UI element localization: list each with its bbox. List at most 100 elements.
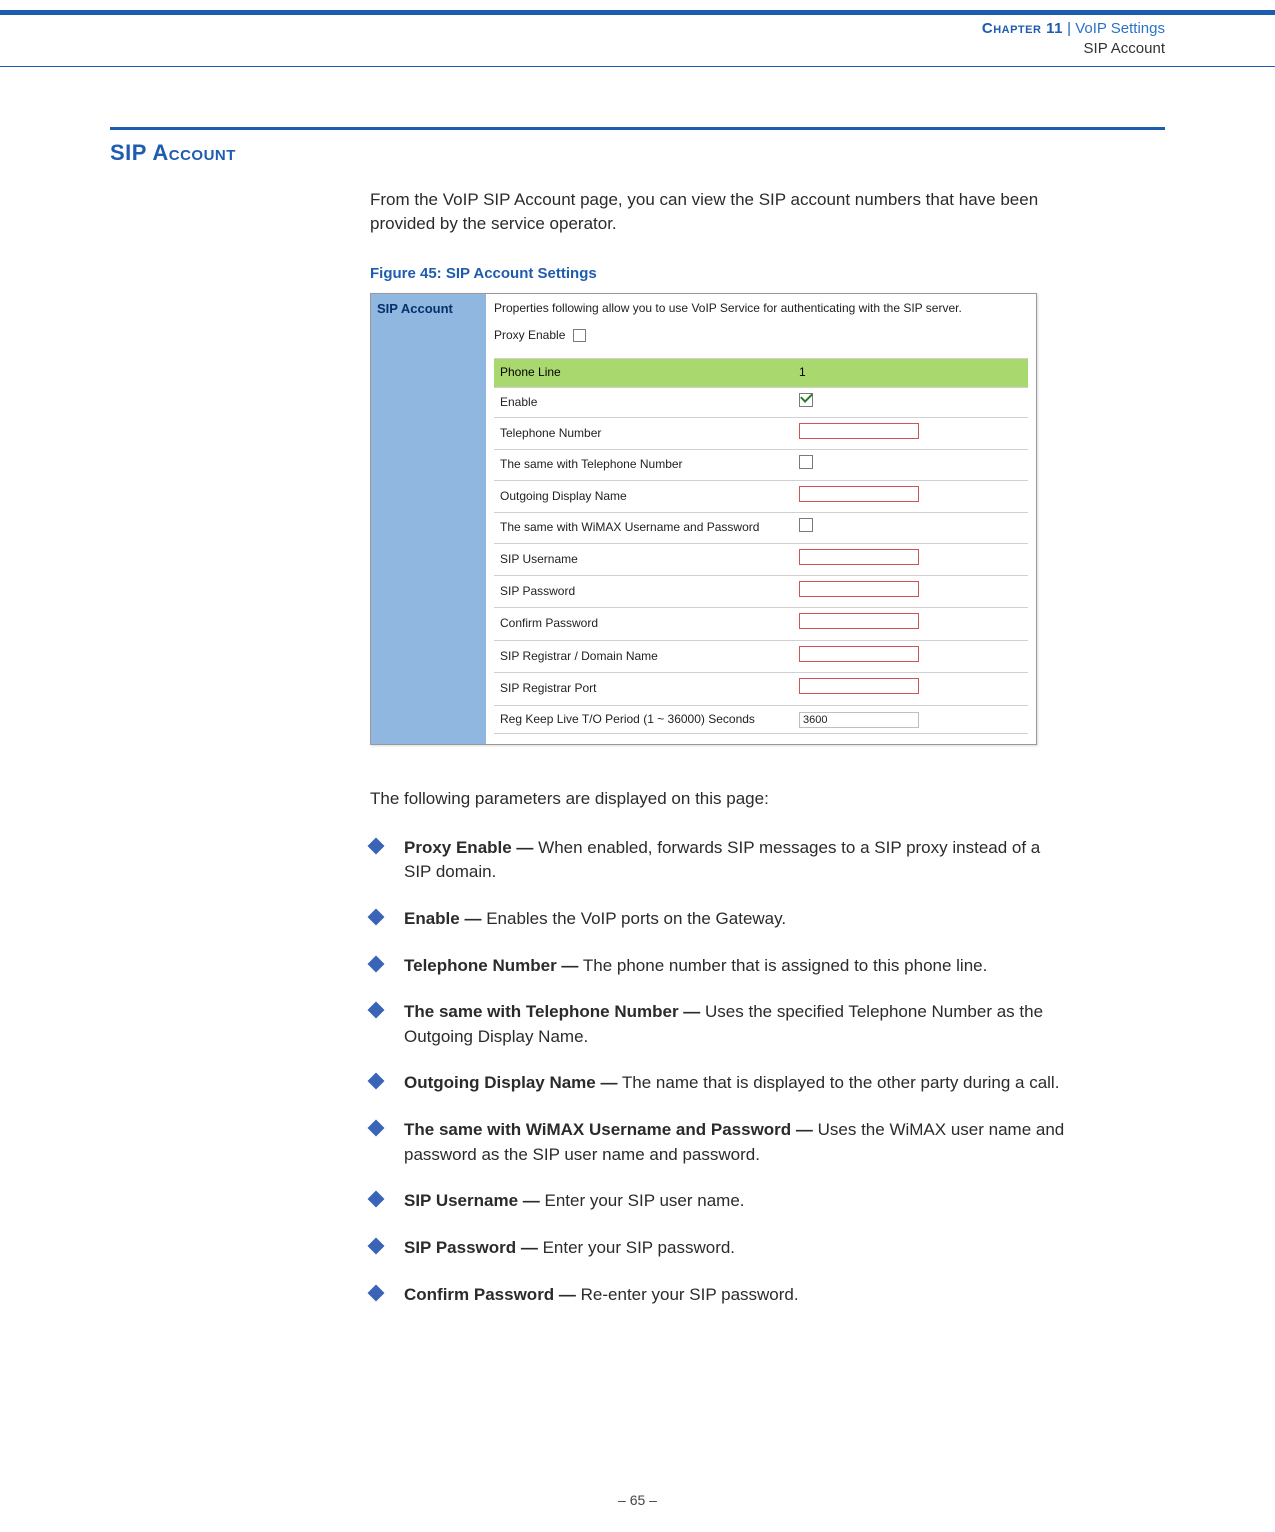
chapter-label: Chapter 11	[982, 20, 1063, 37]
row-text-input[interactable]	[799, 486, 919, 502]
diamond-bullet-icon	[368, 955, 385, 972]
row-checkbox[interactable]	[799, 393, 813, 407]
parameter-description: The phone number that is assigned to thi…	[578, 956, 987, 975]
row-value	[793, 513, 1028, 543]
parameter-term: Confirm Password —	[404, 1285, 576, 1304]
table-header-label: Phone Line	[494, 359, 793, 387]
row-value: 3600	[793, 705, 1028, 733]
parameter-term: The same with WiMAX Username and Passwor…	[404, 1120, 813, 1139]
table-row: SIP Password	[494, 576, 1028, 608]
parameter-term: SIP Username —	[404, 1191, 540, 1210]
diamond-bullet-icon	[368, 1120, 385, 1137]
proxy-enable-checkbox[interactable]	[573, 329, 586, 342]
diamond-bullet-icon	[368, 837, 385, 854]
table-row: SIP Username	[494, 543, 1028, 575]
section-rule	[110, 127, 1165, 130]
diamond-bullet-icon	[368, 1073, 385, 1090]
row-label: Enable	[494, 387, 793, 417]
list-item: Outgoing Display Name — The name that is…	[370, 1071, 1070, 1096]
list-item: Proxy Enable — When enabled, forwards SI…	[370, 836, 1070, 885]
row-label: Confirm Password	[494, 608, 793, 640]
diamond-bullet-icon	[368, 1238, 385, 1255]
row-text-input[interactable]	[799, 549, 919, 565]
figure-sidebar: SIP Account	[371, 294, 486, 744]
table-header-value: 1	[793, 359, 1028, 387]
row-text-input[interactable]: 3600	[799, 712, 919, 728]
list-item: Enable — Enables the VoIP ports on the G…	[370, 907, 1070, 932]
table-row: Outgoing Display Name	[494, 480, 1028, 512]
row-checkbox[interactable]	[799, 455, 813, 469]
row-label: SIP Password	[494, 576, 793, 608]
table-row: The same with Telephone Number	[494, 450, 1028, 480]
section-title: SIP Account	[110, 140, 1165, 166]
row-label: SIP Username	[494, 543, 793, 575]
parameter-description: Enables the VoIP ports on the Gateway.	[481, 909, 786, 928]
row-value	[793, 608, 1028, 640]
table-header-row: Phone Line 1	[494, 359, 1028, 387]
row-value	[793, 576, 1028, 608]
parameter-description: Re-enter your SIP password.	[576, 1285, 799, 1304]
list-item: The same with Telephone Number — Uses th…	[370, 1000, 1070, 1049]
table-row: The same with WiMAX Username and Passwor…	[494, 513, 1028, 543]
row-label: SIP Registrar Port	[494, 673, 793, 705]
list-item: The same with WiMAX Username and Passwor…	[370, 1118, 1070, 1167]
table-row: SIP Registrar / Domain Name	[494, 640, 1028, 672]
row-text-input[interactable]	[799, 581, 919, 597]
parameter-term: The same with Telephone Number —	[404, 1002, 700, 1021]
row-text-input[interactable]	[799, 646, 919, 662]
row-label: Telephone Number	[494, 418, 793, 450]
row-value	[793, 418, 1028, 450]
figure-main: Properties following allow you to use Vo…	[486, 294, 1036, 744]
parameter-term: Outgoing Display Name —	[404, 1073, 617, 1092]
row-label: Outgoing Display Name	[494, 480, 793, 512]
figure-caption: Figure 45: SIP Account Settings	[370, 263, 1070, 285]
parameter-term: SIP Password —	[404, 1238, 538, 1257]
row-value	[793, 640, 1028, 672]
table-row: Telephone Number	[494, 418, 1028, 450]
figure-description: Properties following allow you to use Vo…	[494, 300, 1028, 317]
figure-sip-account: SIP Account Properties following allow y…	[370, 293, 1037, 745]
diamond-bullet-icon	[368, 1002, 385, 1019]
row-value	[793, 543, 1028, 575]
list-item: Telephone Number — The phone number that…	[370, 954, 1070, 979]
row-label: The same with Telephone Number	[494, 450, 793, 480]
diamond-bullet-icon	[368, 1284, 385, 1301]
page: Chapter 11 | VoIP Settings SIP Account S…	[0, 0, 1275, 1532]
diamond-bullet-icon	[368, 908, 385, 925]
row-text-input[interactable]	[799, 423, 919, 439]
row-label: SIP Registrar / Domain Name	[494, 640, 793, 672]
header-subtitle: SIP Account	[1084, 40, 1165, 57]
row-checkbox[interactable]	[799, 518, 813, 532]
row-value	[793, 673, 1028, 705]
row-value	[793, 480, 1028, 512]
parameter-description: The name that is displayed to the other …	[617, 1073, 1059, 1092]
proxy-enable-label: Proxy Enable	[494, 328, 565, 342]
page-number: – 65 –	[618, 1492, 657, 1508]
parameter-description: Enter your SIP password.	[538, 1238, 735, 1257]
parameter-term: Telephone Number —	[404, 956, 578, 975]
figure-table: Phone Line 1 EnableTelephone NumberThe s…	[494, 358, 1028, 734]
chapter-title: VoIP Settings	[1075, 20, 1165, 37]
list-item: Confirm Password — Re-enter your SIP pas…	[370, 1283, 1070, 1308]
section-intro: From the VoIP SIP Account page, you can …	[370, 188, 1070, 237]
page-footer: – 65 –	[0, 1492, 1275, 1508]
table-row: SIP Registrar Port	[494, 673, 1028, 705]
parameter-term: Proxy Enable —	[404, 838, 533, 857]
header-separator: |	[1067, 20, 1075, 37]
row-value	[793, 387, 1028, 417]
list-item: SIP Username — Enter your SIP user name.	[370, 1189, 1070, 1214]
row-label: The same with WiMAX Username and Passwor…	[494, 513, 793, 543]
diamond-bullet-icon	[368, 1191, 385, 1208]
page-header: Chapter 11 | VoIP Settings SIP Account	[0, 10, 1275, 67]
table-row: Confirm Password	[494, 608, 1028, 640]
row-value	[793, 450, 1028, 480]
table-row: Enable	[494, 387, 1028, 417]
row-text-input[interactable]	[799, 678, 919, 694]
row-label: Reg Keep Live T/O Period (1 ~ 36000) Sec…	[494, 705, 793, 733]
table-row: Reg Keep Live T/O Period (1 ~ 36000) Sec…	[494, 705, 1028, 733]
parameter-term: Enable —	[404, 909, 481, 928]
figure-sidebar-title: SIP Account	[377, 301, 453, 316]
parameters-lead: The following parameters are displayed o…	[370, 787, 1070, 812]
row-text-input[interactable]	[799, 613, 919, 629]
proxy-enable-row: Proxy Enable	[494, 327, 1028, 344]
